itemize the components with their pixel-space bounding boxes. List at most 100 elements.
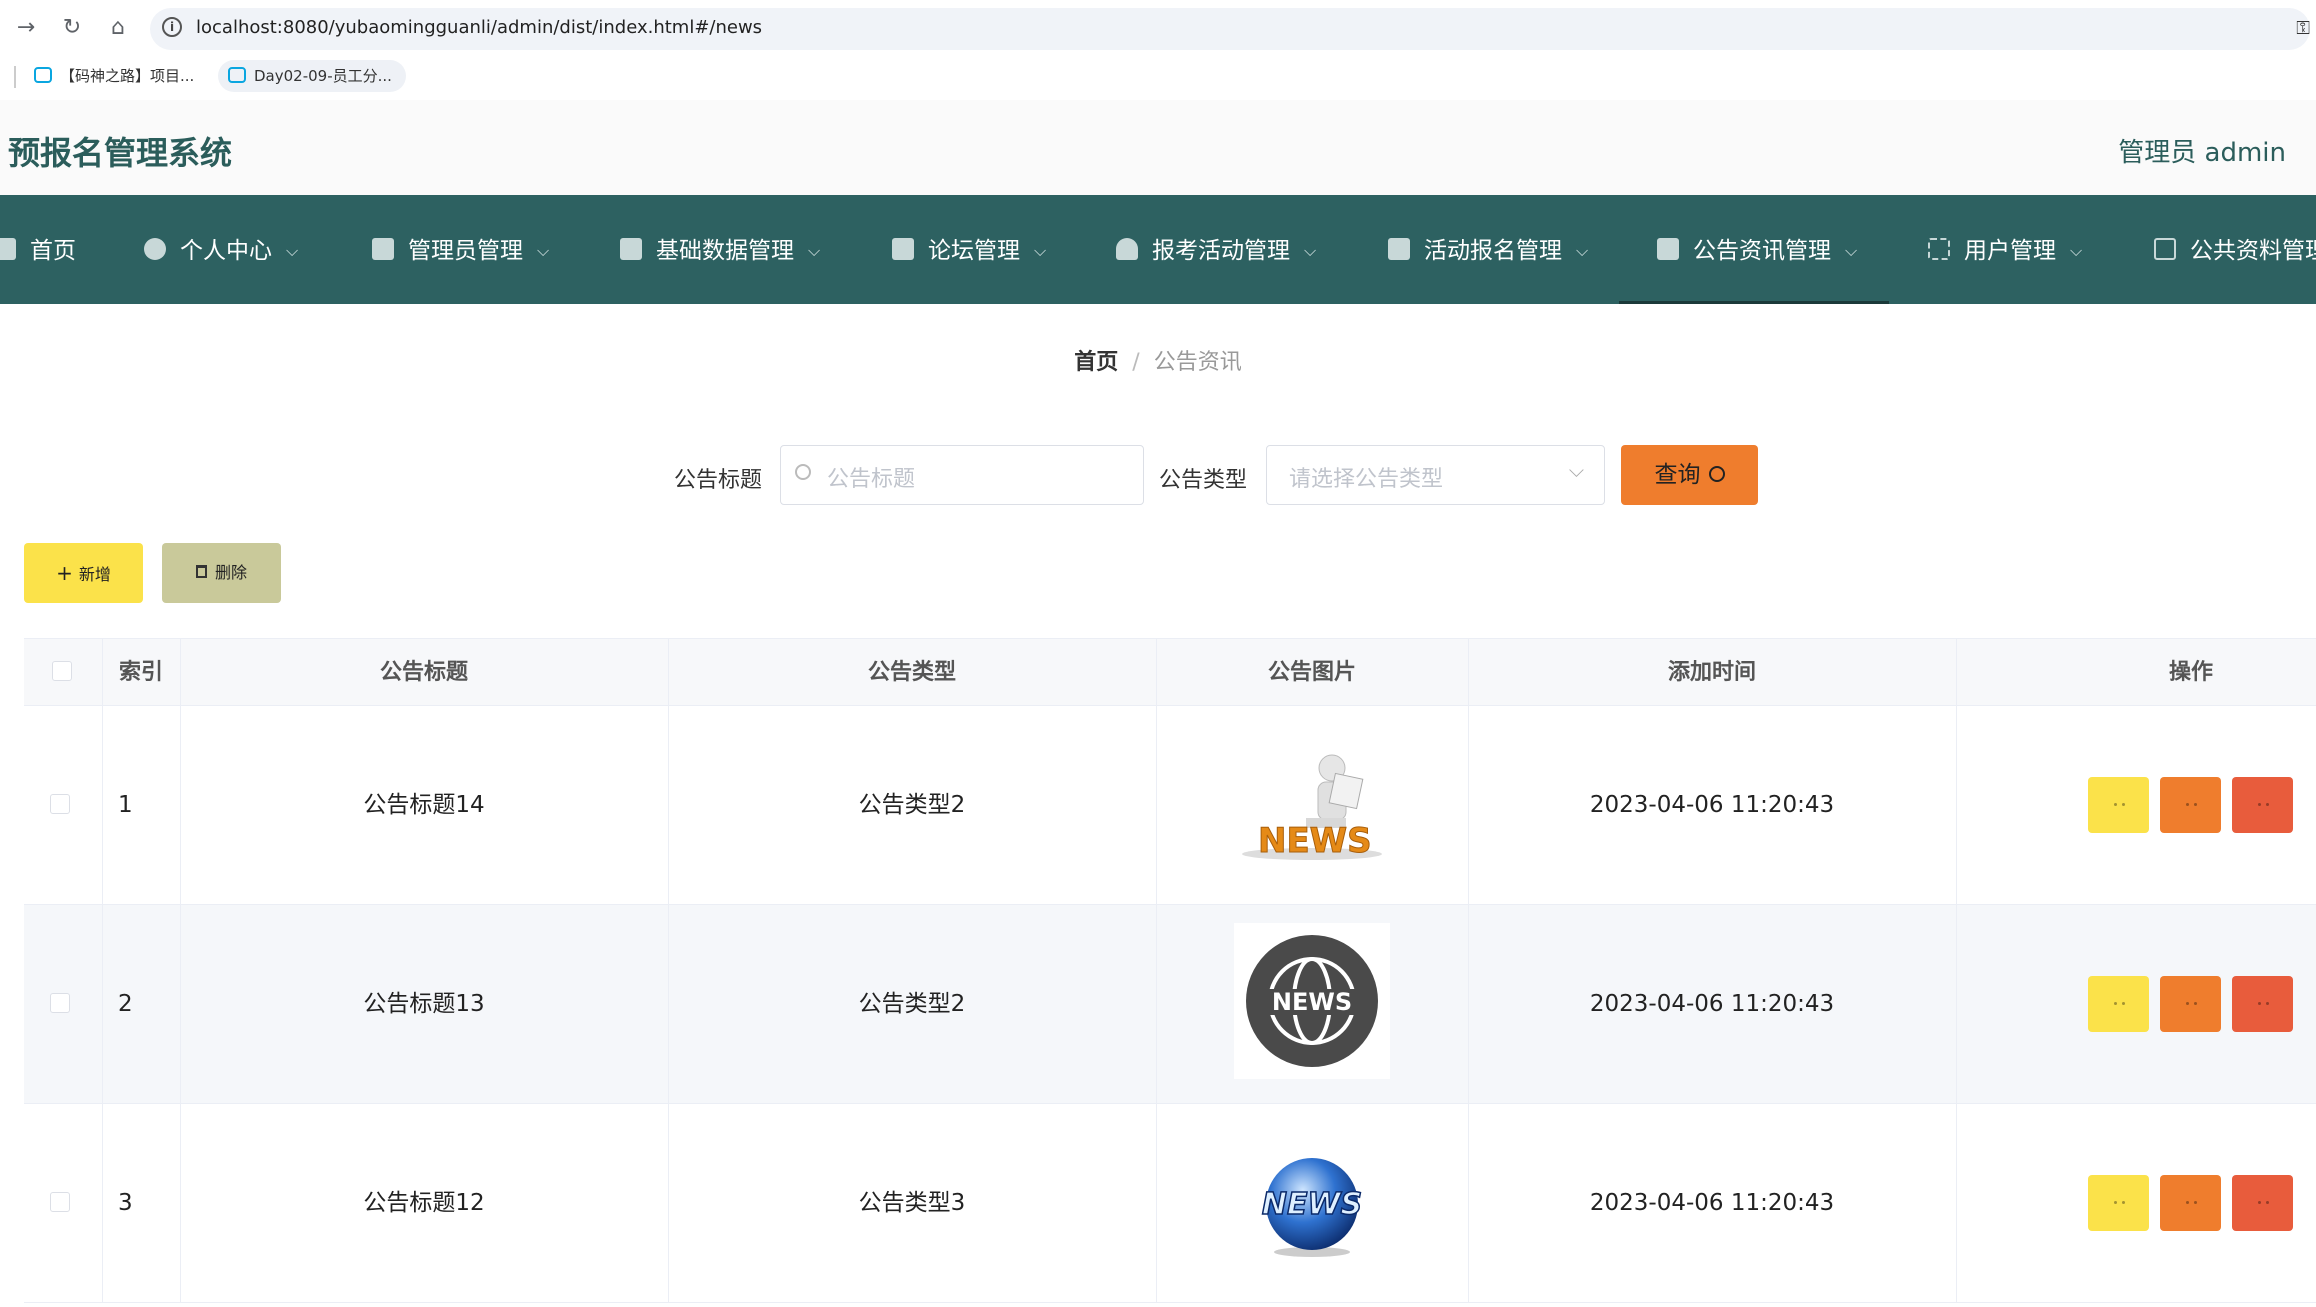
nav-item-base-data[interactable]: 基础数据管理 ⌵ [620, 195, 820, 304]
row-time: 2023-04-06 11:20:43 [1589, 1190, 1835, 1216]
add-button[interactable]: + 新增 [24, 543, 143, 603]
breadcrumb-home[interactable]: 首页 [1074, 350, 1118, 375]
nav-item-public-materials[interactable]: 公共资料管理 [2154, 195, 2316, 304]
column-header-type[interactable]: 公告类型 [668, 639, 1156, 707]
mail-icon [2154, 237, 2176, 260]
image-text: NEWS [1262, 1187, 1362, 1222]
chevron-down-icon: ⌵ [1034, 241, 1047, 260]
row-index: 3 [118, 1190, 133, 1216]
nav-item-admin-management[interactable]: 管理员管理 ⌵ [372, 195, 549, 304]
delete-row-button[interactable] [2232, 777, 2293, 833]
row-checkbox[interactable] [50, 993, 70, 1013]
row-type: 公告类型2 [858, 792, 966, 818]
nav-label: 公共资料管理 [2190, 238, 2316, 264]
nav-label: 用户管理 [1964, 238, 2056, 264]
column-divider [1956, 905, 1957, 1103]
nav-item-forum[interactable]: 论坛管理 ⌵ [892, 195, 1046, 304]
delete-button[interactable]: 删除 [162, 543, 281, 603]
news-globe-image: NEWS [1234, 923, 1390, 1079]
news-world-image: NEWS [1261, 1158, 1363, 1257]
grid-icon [1388, 237, 1410, 260]
nav-item-announcements[interactable]: 公告资讯管理 ⌵ [1619, 195, 1889, 304]
column-header-index[interactable]: 索引 [102, 639, 180, 707]
reload-icon[interactable]: ↻ [58, 14, 86, 42]
chevron-down-icon: ⌵ [1568, 458, 1584, 482]
column-header-title[interactable]: 公告标题 [180, 639, 668, 707]
bookmark-item[interactable]: 【码神之路】项目... [24, 60, 208, 92]
home-icon[interactable]: ⌂ [104, 14, 132, 42]
row-checkbox[interactable] [50, 1192, 70, 1212]
chevron-down-icon: ⌵ [537, 241, 550, 260]
bookmark-item[interactable]: Day02-09-员工分... [218, 60, 406, 92]
chevron-down-icon: ⌵ [1845, 241, 1858, 260]
url-text[interactable]: localhost:8080/yubaomingguanli/admin/dis… [196, 17, 762, 38]
delete-row-button[interactable] [2232, 976, 2293, 1032]
plus-icon: + [56, 561, 73, 585]
column-divider [1956, 1104, 1957, 1302]
delete-row-button[interactable] [2232, 1175, 2293, 1231]
row-title: 公告标题14 [363, 792, 485, 818]
home-icon [0, 237, 16, 260]
title-search-placeholder: 公告标题 [827, 467, 916, 492]
title-search-input[interactable]: 公告标题 [780, 445, 1144, 505]
image-text: NEWS [1258, 821, 1372, 861]
table-row[interactable]: 1 公告标题14 公告类型2 NEWS 2023-04-06 11:20:43 [24, 706, 2316, 905]
bookmarks-bar: 【码神之路】项目... Day02-09-员工分... [0, 58, 2316, 94]
edit-button[interactable] [2160, 777, 2221, 833]
nav-label: 管理员管理 [408, 238, 523, 264]
edit-button[interactable] [2160, 976, 2221, 1032]
view-button[interactable] [2088, 777, 2149, 833]
title-filter-label: 公告标题 [674, 468, 763, 493]
row-time: 2023-04-06 11:20:43 [1589, 792, 1835, 818]
column-header-time[interactable]: 添加时间 [1468, 639, 1956, 707]
search-icon [795, 464, 811, 480]
view-button[interactable] [2088, 1175, 2149, 1231]
app-title: 预报名管理系统 [8, 134, 233, 172]
type-select[interactable]: 请选择公告类型 ⌵ [1266, 445, 1605, 505]
forward-icon[interactable]: → [12, 14, 40, 42]
announcement-image[interactable]: NEWS [1156, 905, 1468, 1104]
current-user[interactable]: 管理员 admin [2118, 132, 2286, 169]
password-key-icon[interactable]: ⚿ [2296, 18, 2310, 39]
nav-item-user-management[interactable]: 用户管理 ⌵ [1928, 195, 2082, 304]
chevron-down-icon: ⌵ [1304, 241, 1317, 260]
bookmarks-divider [14, 66, 16, 88]
nav-label: 首页 [30, 238, 76, 264]
row-title: 公告标题12 [363, 1190, 485, 1216]
image-text: NEWS [1272, 988, 1352, 1016]
column-header-actions: 操作 [2168, 660, 2213, 685]
row-type: 公告类型2 [858, 991, 966, 1017]
table-row[interactable]: 2 公告标题13 公告类型2 NEWS 2023-04-06 11:20:43 [24, 905, 2316, 1104]
row-type: 公告类型3 [858, 1190, 966, 1216]
chat-icon [372, 237, 394, 260]
row-time: 2023-04-06 11:20:43 [1589, 991, 1835, 1017]
query-button-label: 查询 [1654, 462, 1701, 488]
site-info-icon[interactable]: i [162, 17, 182, 37]
edit-button[interactable] [2160, 1175, 2221, 1231]
chevron-down-icon: ⌵ [1576, 241, 1589, 260]
bilibili-icon [34, 66, 52, 83]
browser-chrome: → ↻ ⌂ i localhost:8080/yubaomingguanli/a… [0, 0, 2316, 100]
delete-button-label: 删除 [214, 563, 247, 582]
address-bar[interactable]: i localhost:8080/yubaomingguanli/admin/d… [150, 8, 2310, 50]
table-row[interactable]: 3 公告标题12 公告类型3 NEWS 2023-04-06 11:20:43 [24, 1104, 2316, 1303]
nav-label: 个人中心 [180, 238, 272, 264]
chevron-down-icon: ⌵ [2070, 241, 2083, 260]
column-header-image[interactable]: 公告图片 [1156, 639, 1468, 707]
announcement-image[interactable]: NEWS [1156, 1104, 1468, 1303]
type-select-placeholder: 请选择公告类型 [1289, 467, 1444, 492]
nav-item-activity-signup[interactable]: 活动报名管理 ⌵ [1388, 195, 1588, 304]
bookmark-label: 【码神之路】项目... [60, 67, 195, 85]
row-checkbox[interactable] [50, 794, 70, 814]
nav-item-home[interactable]: 首页 [0, 195, 76, 304]
breadcrumb-separator: / [1132, 350, 1140, 375]
select-all-checkbox[interactable] [52, 661, 72, 681]
view-button[interactable] [2088, 976, 2149, 1032]
nav-item-exam-activity[interactable]: 报考活动管理 ⌵ [1116, 195, 1316, 304]
announcement-image[interactable]: NEWS [1156, 706, 1468, 905]
add-button-label: 新增 [78, 565, 111, 584]
nav-label: 活动报名管理 [1424, 238, 1562, 264]
nav-item-personal-center[interactable]: 个人中心 ⌵ [144, 195, 298, 304]
query-button[interactable]: 查询 [1621, 445, 1758, 505]
table-header: 索引 公告标题 公告类型 公告图片 添加时间 操作 [24, 638, 2316, 706]
